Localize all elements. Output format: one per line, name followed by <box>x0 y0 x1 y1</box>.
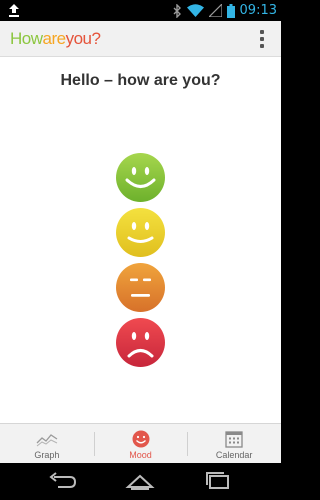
neutral-face-icon <box>116 263 165 312</box>
tab-graph-label: Graph <box>34 450 60 460</box>
bottom-tab-bar: Graph Mood Calendar <box>0 423 281 463</box>
tab-mood-label: Mood <box>129 450 152 460</box>
status-bar: 09:13 <box>0 0 281 21</box>
content-face-icon <box>116 208 165 257</box>
mood-screen: Hello – how are you? <box>0 57 281 423</box>
mood-sad-button[interactable] <box>116 318 165 367</box>
system-nav-bar <box>0 463 281 500</box>
app-title-word-3: you? <box>65 29 101 48</box>
tab-calendar[interactable]: Calendar <box>187 424 281 463</box>
wifi-icon <box>186 4 204 17</box>
back-icon[interactable] <box>46 471 78 491</box>
app-title-word-2: are <box>42 29 67 48</box>
battery-icon <box>226 3 235 18</box>
tab-mood[interactable]: Mood <box>93 424 188 463</box>
sad-face-icon <box>116 318 165 367</box>
bluetooth-icon <box>173 3 181 18</box>
calendar-icon <box>225 431 243 448</box>
upload-icon <box>9 4 19 17</box>
mood-content-button[interactable] <box>116 208 165 257</box>
overflow-menu-icon[interactable] <box>259 30 265 48</box>
greeting-heading: Hello – how are you? <box>60 72 221 89</box>
signal-icon <box>208 4 222 17</box>
action-bar: Howareyou? <box>0 21 281 57</box>
clock: 09:13 <box>239 3 277 18</box>
tab-graph[interactable]: Graph <box>0 424 94 463</box>
home-icon[interactable] <box>124 471 156 491</box>
smiley-icon <box>132 430 149 448</box>
mood-neutral-button[interactable] <box>116 263 165 312</box>
graph-icon <box>36 434 58 447</box>
app-title-word-1: How <box>10 29 43 48</box>
app-title: Howareyou? <box>10 29 101 49</box>
mood-happy-button[interactable] <box>116 153 165 202</box>
status-icons: 09:13 <box>173 0 277 21</box>
recents-icon[interactable] <box>202 471 234 491</box>
happy-face-icon <box>116 153 165 202</box>
tab-calendar-label: Calendar <box>215 450 253 460</box>
